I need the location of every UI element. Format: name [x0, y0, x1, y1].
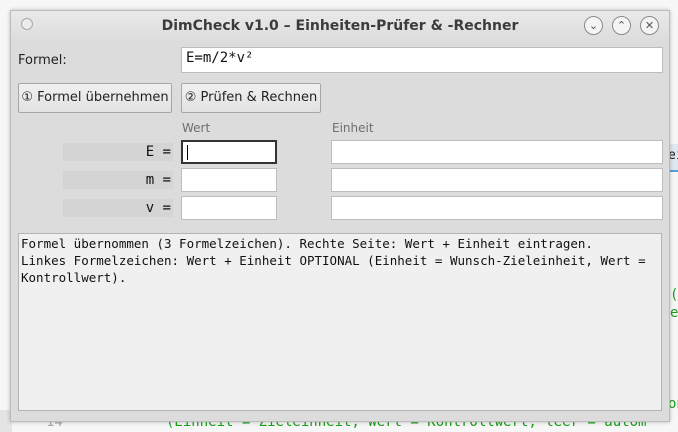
text-cursor [187, 144, 188, 160]
unit-input-v[interactable] [331, 196, 663, 220]
formula-input[interactable]: E=m/2*v² [181, 47, 663, 73]
check-compute-button[interactable]: ② Prüfen & Rechnen [181, 83, 321, 113]
title-bar[interactable]: DimCheck v1.0 – Einheiten-Prüfer & -Rech… [11, 11, 669, 43]
value-input-e[interactable] [181, 140, 277, 164]
value-input-v[interactable] [181, 196, 277, 220]
value-input-m[interactable] [181, 168, 277, 192]
variable-label-e: E = [63, 143, 173, 161]
output-log[interactable]: Formel übernommen (3 Formelzeichen). Rec… [18, 233, 662, 411]
variable-label-v: v = [63, 199, 173, 217]
apply-formula-button[interactable]: ① Formel übernehmen [18, 83, 172, 113]
close-icon: ✕ [644, 19, 655, 32]
unit-column-header: Einheit [332, 121, 374, 135]
window-title: DimCheck v1.0 – Einheiten-Prüfer & -Rech… [161, 18, 519, 34]
formula-label: Formel: [18, 53, 67, 68]
minimize-button[interactable]: ⌄ [584, 16, 603, 35]
unit-input-e[interactable] [331, 140, 663, 164]
maximize-button[interactable]: ⌃ [612, 16, 631, 35]
close-button[interactable]: ✕ [640, 16, 659, 35]
variable-label-m: m = [63, 171, 173, 189]
chevron-down-icon: ⌄ [588, 19, 599, 32]
background-code-fragment: e [670, 305, 678, 321]
dimcheck-window: DimCheck v1.0 – Einheiten-Prüfer & -Rech… [10, 10, 670, 422]
value-column-header: Wert [182, 121, 211, 135]
background-code-fragment: ( [670, 287, 678, 303]
chevron-up-icon: ⌃ [616, 19, 627, 32]
unit-input-m[interactable] [331, 168, 663, 192]
